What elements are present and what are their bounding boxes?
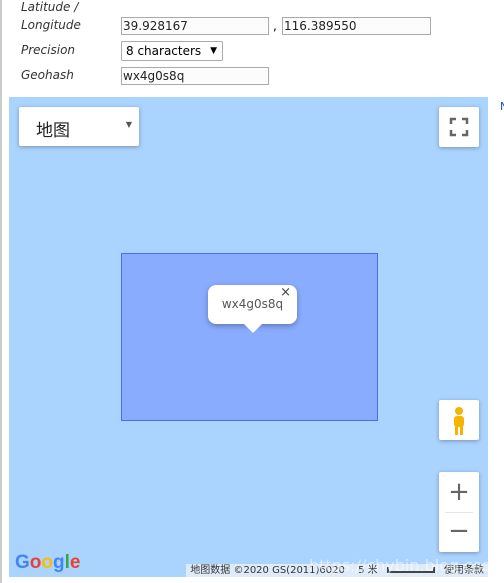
caret-down-icon: ▼ <box>125 120 132 129</box>
fullscreen-button[interactable] <box>439 107 479 147</box>
info-window-text: wx4g0s8q <box>221 297 284 311</box>
geohash-label: Geohash <box>21 68 74 82</box>
google-logo: Google <box>15 552 81 573</box>
latlon-label: Latitude / <box>21 0 79 14</box>
zoom-in-button[interactable]: + <box>439 472 479 512</box>
street-view-pegman[interactable] <box>439 400 479 440</box>
longitude-input[interactable]: 116.389550 <box>282 17 431 35</box>
page-border <box>0 0 2 583</box>
zoom-out-button[interactable]: − <box>439 512 479 552</box>
geohash-cell[interactable] <box>121 253 378 421</box>
latitude-input[interactable]: 39.928167 <box>121 17 269 35</box>
zoom-controls: + − <box>439 472 479 552</box>
longitude-label: Longitude <box>21 18 81 32</box>
map[interactable]: 地图 ▼ wx4g0s8q × + − Google 地图数据 ©2020 GS… <box>9 97 488 577</box>
map-type-select[interactable]: 地图 ▼ <box>19 107 139 146</box>
pegman-icon <box>454 407 464 435</box>
map-type-label: 地图 <box>36 121 70 141</box>
precision-label: Precision <box>21 43 76 57</box>
separator: , <box>273 19 277 33</box>
geohash-input[interactable]: wx4g0s8q <box>121 67 269 85</box>
side-mark: N <box>500 100 504 113</box>
precision-value: 8 characters <box>126 44 202 58</box>
divider <box>445 512 473 513</box>
close-icon[interactable]: × <box>280 273 291 312</box>
watermark: https://chybin.blog.csdn.net <box>309 556 488 575</box>
precision-select[interactable]: 8 characters ▼ <box>121 41 223 61</box>
fullscreen-icon <box>449 117 469 137</box>
info-window: wx4g0s8q × <box>208 285 297 333</box>
dropdown-arrow-icon: ▼ <box>210 46 217 56</box>
